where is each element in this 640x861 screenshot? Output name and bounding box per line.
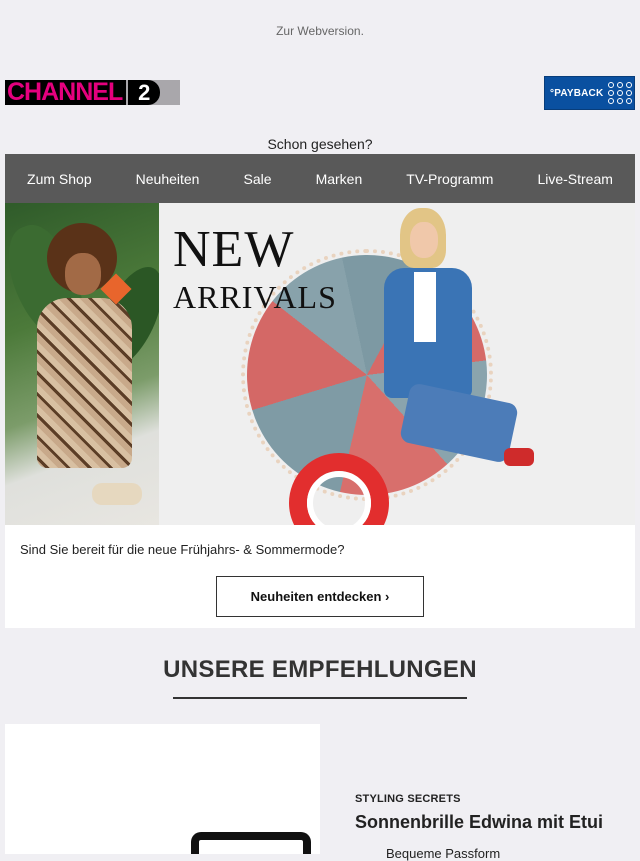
- logo-text: CHANNEL: [5, 80, 127, 105]
- logo-number: 2: [128, 80, 161, 105]
- sunglasses-image: [191, 832, 311, 854]
- nav-item-shop[interactable]: Zum Shop: [27, 171, 92, 187]
- nav-item-sale[interactable]: Sale: [244, 171, 272, 187]
- nav-item-live-stream[interactable]: Live-Stream: [537, 171, 612, 187]
- product-name[interactable]: Sonnenbrille Edwina mit Etui: [355, 812, 603, 833]
- nav-item-marken[interactable]: Marken: [316, 171, 363, 187]
- hero-banner[interactable]: NEW ARRIVALS: [5, 203, 635, 525]
- section-divider: [173, 697, 467, 699]
- intro-text: Schon gesehen?: [267, 136, 373, 152]
- payback-label: °PAYBACK: [550, 87, 604, 99]
- product-category: STYLING SECRETS: [355, 793, 461, 805]
- teaser-text: Sind Sie bereit für die neue Frühjahrs- …: [20, 542, 345, 557]
- payback-dots-icon: [608, 82, 633, 104]
- hero-title-line1: NEW: [173, 221, 295, 278]
- webversion-bar: Zur Webversion.: [0, 24, 640, 38]
- payback-logo[interactable]: °PAYBACK: [544, 76, 635, 110]
- webversion-link[interactable]: Zur Webversion.: [276, 24, 364, 38]
- hero-photo-left: [5, 203, 176, 525]
- product-image[interactable]: [5, 724, 320, 854]
- model-image: [364, 208, 534, 508]
- main-nav: Zum Shop Neuheiten Sale Marken TV-Progra…: [5, 154, 635, 203]
- channel21-logo[interactable]: CHANNEL 2: [5, 80, 180, 105]
- nav-item-neuheiten[interactable]: Neuheiten: [136, 171, 200, 187]
- discover-news-button[interactable]: Neuheiten entdecken ›: [216, 576, 424, 617]
- hero-title: NEW ARRIVALS: [173, 221, 337, 315]
- hero-title-line2: ARRIVALS: [173, 279, 337, 315]
- recommendations-title: UNSERE EMPFEHLUNGEN: [163, 656, 477, 683]
- nav-item-tv-programm[interactable]: TV-Programm: [406, 171, 493, 187]
- teaser-card: Sind Sie bereit für die neue Frühjahrs- …: [5, 525, 635, 628]
